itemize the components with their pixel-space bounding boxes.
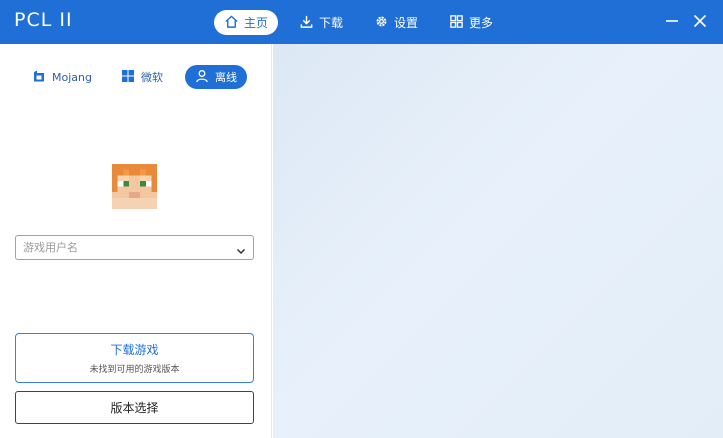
windows-icon [121,69,135,86]
download-game-button[interactable]: 下载游戏 未找到可用的游戏版本 [15,333,254,383]
version-select-button[interactable]: 版本选择 [15,391,254,424]
nav-tab-settings[interactable]: 设置 [364,10,428,35]
nav-tab-label: 设置 [394,16,419,30]
chevron-down-icon[interactable] [235,242,247,255]
grid-icon [449,14,464,32]
minimize-icon [662,16,682,35]
title-bar: PCL II 主页 下载 设置 更多 [0,0,723,44]
login-mode-offline[interactable]: 离线 [185,65,247,89]
download-game-subtitle: 未找到可用的游戏版本 [89,365,180,375]
app-title: PCL II [14,9,73,31]
nav-tab-label: 更多 [469,16,494,30]
login-mode-microsoft[interactable]: 微软 [111,65,173,89]
minimize-button[interactable] [662,11,682,31]
nav-tab-label: 下载 [319,16,344,30]
mojang-icon [32,69,46,86]
nav-tab-more[interactable]: 更多 [439,10,503,35]
close-icon [690,14,710,35]
login-mode-label: 离线 [215,71,237,84]
nav-tab-label: 主页 [244,16,269,30]
login-mode-label: 微软 [141,71,163,84]
username-input[interactable] [16,241,226,254]
download-icon [299,14,314,32]
gear-icon [374,14,389,32]
download-game-title: 下载游戏 [110,343,159,357]
main-content-area [273,44,723,438]
login-mode-label: Mojang [52,70,92,84]
nav-tab-home[interactable]: 主页 [214,10,279,35]
login-mode-mojang[interactable]: Mojang [22,65,102,89]
close-button[interactable] [690,11,710,31]
user-icon [195,69,209,86]
login-sidebar: Mojang 微软 离线 游戏用户名 下载游戏 未找到可用的游戏版本 版本选择 [0,44,272,438]
avatar [112,164,157,209]
home-icon [224,14,239,32]
nav-tab-download[interactable]: 下载 [289,10,353,35]
username-combobox[interactable] [15,235,254,260]
